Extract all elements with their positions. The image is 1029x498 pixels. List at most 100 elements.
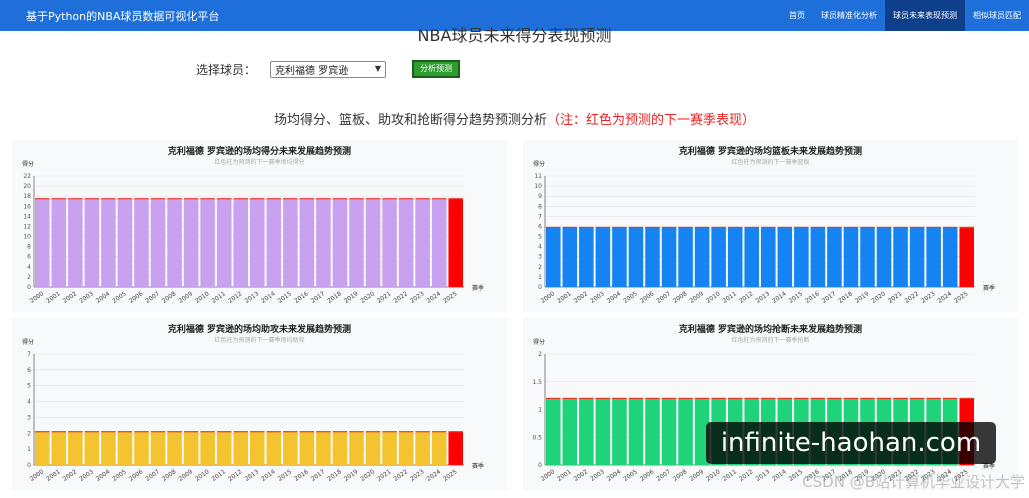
points-chart-panel: 克利福德 罗宾逊的场均得分未来发展趋势预测 红色柱为预测的下一赛季场均得分 得分… bbox=[12, 140, 507, 312]
data-bar[interactable] bbox=[545, 227, 561, 287]
data-bar[interactable] bbox=[332, 431, 348, 465]
data-bar[interactable] bbox=[431, 198, 447, 287]
analyze-predict-button[interactable]: 分析预测 bbox=[412, 60, 461, 78]
data-bar[interactable] bbox=[316, 431, 331, 465]
data-bar[interactable] bbox=[134, 431, 149, 465]
x-tick-label: 2006 bbox=[128, 290, 145, 305]
player-select[interactable]: 克利福德 罗宾逊 ▼ bbox=[270, 60, 387, 78]
data-bar[interactable] bbox=[216, 431, 232, 465]
data-bar[interactable] bbox=[167, 431, 182, 465]
data-bar[interactable] bbox=[266, 198, 282, 287]
data-bar[interactable] bbox=[332, 198, 348, 287]
data-bar[interactable] bbox=[909, 227, 925, 287]
x-tick-label: 2009 bbox=[177, 468, 194, 483]
data-bar[interactable] bbox=[926, 227, 941, 287]
data-bar[interactable] bbox=[84, 198, 100, 287]
data-bar[interactable] bbox=[51, 431, 67, 465]
data-bar[interactable] bbox=[216, 198, 232, 287]
data-bar[interactable] bbox=[579, 227, 594, 287]
data-bar[interactable] bbox=[562, 227, 578, 287]
data-bar[interactable] bbox=[545, 398, 561, 465]
x-tick-label: 2013 bbox=[755, 468, 772, 483]
data-bar[interactable] bbox=[101, 198, 116, 287]
data-bar[interactable] bbox=[415, 431, 430, 465]
data-bar[interactable] bbox=[283, 431, 298, 465]
data-bar[interactable] bbox=[794, 227, 809, 287]
y-tick-label: 20 bbox=[23, 183, 31, 190]
data-bar[interactable] bbox=[117, 198, 133, 287]
data-bar[interactable] bbox=[579, 398, 594, 465]
data-bar[interactable] bbox=[843, 227, 859, 287]
data-bar[interactable] bbox=[382, 198, 397, 287]
data-bar[interactable] bbox=[645, 227, 660, 287]
prediction-bar[interactable] bbox=[448, 431, 464, 465]
data-bar[interactable] bbox=[398, 431, 414, 465]
x-tick-label: 2024 bbox=[426, 290, 443, 305]
data-bar[interactable] bbox=[117, 431, 133, 465]
y-axis-label: 得分 bbox=[533, 160, 545, 168]
data-bar[interactable] bbox=[810, 227, 826, 287]
y-tick-label: 10 bbox=[23, 234, 31, 241]
data-bar[interactable] bbox=[299, 431, 315, 465]
data-bar[interactable] bbox=[183, 198, 199, 287]
data-bar[interactable] bbox=[68, 198, 83, 287]
data-bar[interactable] bbox=[678, 227, 693, 287]
data-bar[interactable] bbox=[711, 227, 726, 287]
data-bar[interactable] bbox=[942, 227, 958, 287]
data-bar[interactable] bbox=[612, 227, 627, 287]
data-bar[interactable] bbox=[595, 398, 611, 465]
data-bar[interactable] bbox=[233, 431, 249, 465]
data-bar[interactable] bbox=[645, 398, 660, 465]
data-bar[interactable] bbox=[398, 198, 414, 287]
data-bar[interactable] bbox=[694, 227, 710, 287]
data-bar[interactable] bbox=[68, 431, 83, 465]
data-bar[interactable] bbox=[612, 398, 627, 465]
data-bar[interactable] bbox=[562, 398, 578, 465]
data-bar[interactable] bbox=[678, 398, 693, 465]
data-bar[interactable] bbox=[34, 431, 50, 465]
data-bar[interactable] bbox=[431, 431, 447, 465]
data-bar[interactable] bbox=[249, 431, 265, 465]
page-title: NBA球员未来得分表现预测 bbox=[417, 26, 612, 45]
data-bar[interactable] bbox=[84, 431, 100, 465]
data-bar[interactable] bbox=[827, 227, 842, 287]
data-bar[interactable] bbox=[183, 431, 199, 465]
data-bar[interactable] bbox=[727, 227, 743, 287]
data-bar[interactable] bbox=[760, 227, 776, 287]
x-axis-label: 赛季 bbox=[983, 284, 995, 292]
data-bar[interactable] bbox=[628, 227, 644, 287]
data-bar[interactable] bbox=[349, 198, 364, 287]
data-bar[interactable] bbox=[299, 198, 315, 287]
data-bar[interactable] bbox=[266, 431, 282, 465]
data-bar[interactable] bbox=[860, 227, 875, 287]
data-bar[interactable] bbox=[893, 227, 908, 287]
data-bar[interactable] bbox=[150, 198, 166, 287]
data-bar[interactable] bbox=[134, 198, 149, 287]
data-bar[interactable] bbox=[595, 227, 611, 287]
data-bar[interactable] bbox=[283, 198, 298, 287]
data-bar[interactable] bbox=[200, 431, 215, 465]
data-bar[interactable] bbox=[382, 431, 397, 465]
data-bar[interactable] bbox=[628, 398, 644, 465]
data-bar[interactable] bbox=[365, 198, 381, 287]
prediction-bar[interactable] bbox=[959, 227, 975, 287]
data-bar[interactable] bbox=[249, 198, 265, 287]
x-tick-label: 2004 bbox=[95, 468, 112, 483]
data-bar[interactable] bbox=[34, 198, 50, 287]
prediction-bar[interactable] bbox=[448, 198, 464, 287]
data-bar[interactable] bbox=[167, 198, 182, 287]
data-bar[interactable] bbox=[51, 198, 67, 287]
data-bar[interactable] bbox=[200, 198, 215, 287]
data-bar[interactable] bbox=[777, 227, 793, 287]
data-bar[interactable] bbox=[876, 227, 892, 287]
data-bar[interactable] bbox=[744, 227, 760, 287]
data-bar[interactable] bbox=[349, 431, 364, 465]
data-bar[interactable] bbox=[233, 198, 249, 287]
data-bar[interactable] bbox=[101, 431, 116, 465]
data-bar[interactable] bbox=[661, 227, 677, 287]
data-bar[interactable] bbox=[415, 198, 430, 287]
data-bar[interactable] bbox=[661, 398, 677, 465]
data-bar[interactable] bbox=[150, 431, 166, 465]
data-bar[interactable] bbox=[316, 198, 331, 287]
data-bar[interactable] bbox=[365, 431, 381, 465]
